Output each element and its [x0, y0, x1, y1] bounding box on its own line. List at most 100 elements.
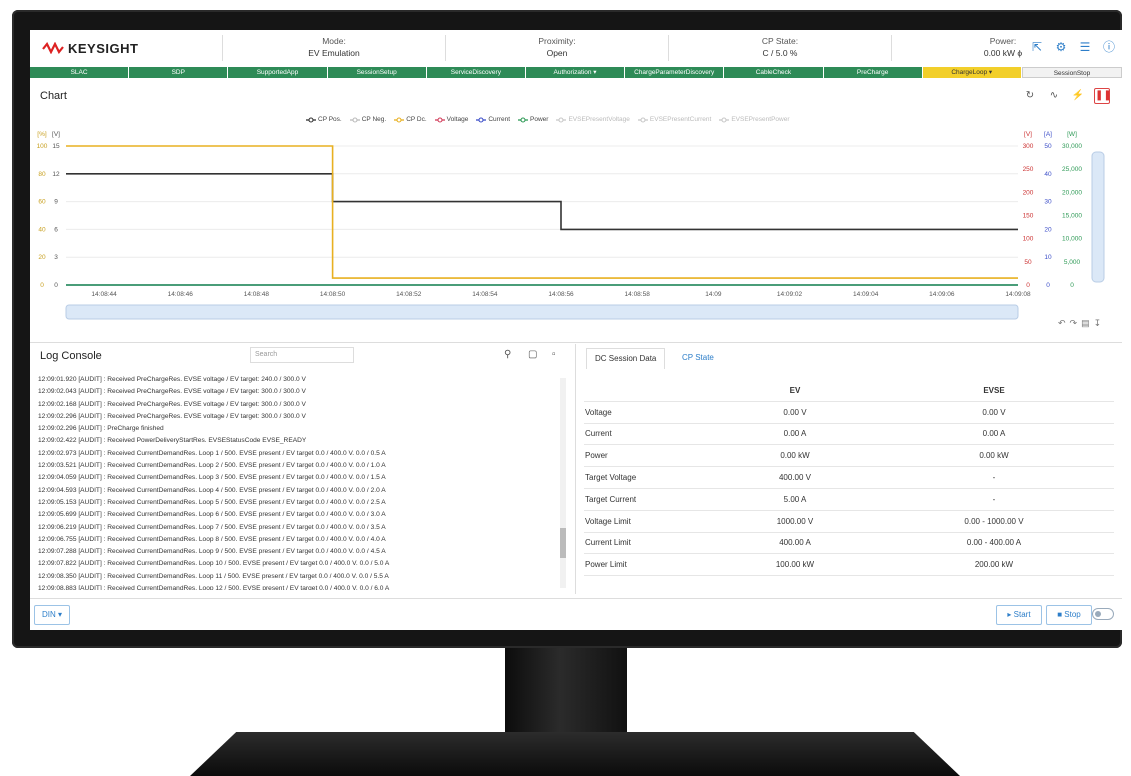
- cell-ev: 1000.00 V: [716, 510, 874, 533]
- log-console-title: Log Console: [40, 350, 102, 362]
- export-icon[interactable]: ⇱: [1030, 40, 1044, 54]
- monitor-stand-base: [190, 732, 960, 776]
- step-sdp[interactable]: SDP: [129, 67, 229, 78]
- step-session-setup[interactable]: SessionSetup: [327, 67, 427, 78]
- axis-unit-a: [A]: [1044, 131, 1052, 138]
- settings-icon[interactable]: ⚙: [1054, 40, 1068, 54]
- log-list: 12:09:01.920 [AUDIT] : Received PreCharg…: [38, 374, 558, 590]
- step-cable-check[interactable]: CableCheck: [724, 67, 824, 78]
- left-tick-pct: 80: [38, 171, 46, 178]
- left-tick-pct: 0: [40, 282, 44, 289]
- cell-evse: 0.00 A: [873, 423, 1114, 446]
- step-charge-parameter-discovery[interactable]: ChargeParameterDiscovery: [625, 67, 725, 78]
- step-slac[interactable]: SLAC: [30, 67, 130, 78]
- x-tick-label: 14:09:02: [777, 291, 803, 298]
- copy-icon[interactable]: ▢: [528, 349, 537, 360]
- cell-ev: 0.00 A: [716, 423, 874, 446]
- dc-session-table: EV EVSE Voltage 0.00 V 0.00 V Current 0.00 A…: [584, 380, 1114, 577]
- step-supported-app[interactable]: SupportedApp: [228, 67, 328, 78]
- left-tick-pct: 60: [38, 199, 46, 206]
- chart-panel: Chart ↻ ∿ ⚡ ❚❚ CP Pos. CP Neg. CP Dc. Volta…: [30, 80, 1122, 343]
- right-tick-a: 0: [1046, 282, 1050, 289]
- right-tick-a: 10: [1044, 254, 1052, 261]
- table-row: Target Current 5.00 A-: [584, 488, 1114, 511]
- mode-status: Mode: EV Emulation: [222, 35, 445, 61]
- log-line: 12:09:08.883 [AUDIT] : Received CurrentD…: [38, 585, 390, 590]
- right-tick-a: 20: [1044, 226, 1052, 233]
- chart-export-icons[interactable]: ↶↷▤↧: [1058, 318, 1105, 329]
- right-tick-v: 0: [1026, 282, 1030, 289]
- sliders-icon[interactable]: ☰: [1078, 40, 1092, 54]
- x-tick-label: 14:08:52: [396, 291, 422, 298]
- mode-value: EV Emulation: [308, 48, 360, 58]
- help-icon[interactable]: ⓘ: [1102, 40, 1116, 54]
- step-service-discovery[interactable]: ServiceDiscovery: [426, 67, 526, 78]
- right-tick-w: 20,000: [1062, 189, 1082, 196]
- cell-evse: 0.00 V: [873, 401, 1114, 424]
- left-tick-pct: 20: [38, 254, 46, 261]
- protocol-dropdown[interactable]: DIN ▾: [34, 605, 70, 625]
- start-button[interactable]: ▸ Start: [996, 605, 1042, 625]
- step-session-stop[interactable]: SessionStop: [1021, 67, 1122, 78]
- right-tick-w: 30,000: [1062, 143, 1082, 150]
- table-header-empty: [584, 380, 716, 402]
- app-screen: KEYSIGHT Mode: EV Emulation Proximity: O…: [30, 30, 1122, 630]
- log-line: 12:09:01.920 [AUDIT] : Received PreCharg…: [38, 376, 306, 383]
- table-row: Target Voltage 400.00 V-: [584, 466, 1114, 489]
- log-line: 12:09:05.153 [AUDIT] : Received CurrentD…: [38, 498, 386, 506]
- proximity-label: Proximity:: [538, 36, 576, 46]
- right-tick-a: 50: [1044, 143, 1052, 150]
- log-line: 12:09:03.521 [AUDIT] : Received CurrentD…: [38, 462, 386, 470]
- trash-icon[interactable]: ▫: [552, 349, 556, 360]
- step-precharge[interactable]: PreCharge: [823, 67, 923, 78]
- header-toolbar: ⇱ ⚙ ☰ ⓘ: [1030, 40, 1116, 54]
- axis-unit-v2: [V]: [1024, 131, 1032, 138]
- table-row: Current Limit 400.00 A 0.00 - 400.00 A: [584, 532, 1114, 555]
- left-tick-v: 3: [54, 254, 58, 261]
- x-tick-label: 14:08:44: [91, 291, 117, 298]
- log-line: 12:09:04.593 [AUDIT] : Received CurrentD…: [38, 486, 386, 494]
- log-scrollbar-thumb[interactable]: [560, 528, 566, 558]
- table-row: Power Limit 100.00 kW 200.00 kW: [584, 553, 1114, 577]
- cell-label: Current: [584, 423, 716, 446]
- cell-ev: 400.00 V: [716, 466, 874, 489]
- mode-toggle[interactable]: [1092, 608, 1114, 620]
- footer-bar: DIN ▾ ▸ Start ■ Stop: [30, 598, 1122, 630]
- logo-text: KEYSIGHT: [68, 40, 139, 56]
- table-header-ev: EV: [716, 380, 874, 402]
- left-tick-v: 0: [54, 282, 58, 289]
- right-tick-w: 0: [1070, 282, 1074, 289]
- cell-evse: 200.00 kW: [873, 553, 1114, 577]
- tab-dc-session-data[interactable]: DC Session Data: [586, 348, 666, 369]
- log-line: 12:09:02.973 [AUDIT] : Received CurrentD…: [38, 449, 386, 457]
- monitor-stand-neck: [505, 648, 627, 736]
- log-line: 12:09:07.822 [AUDIT] : Received CurrentD…: [38, 560, 390, 568]
- table-row: Power 0.00 kW 0.00 kW: [584, 444, 1114, 468]
- x-tick-label: 14:09:08: [1005, 291, 1031, 298]
- cell-ev: 400.00 A: [716, 532, 874, 555]
- proximity-status: Proximity: Open: [445, 35, 668, 61]
- status-header: KEYSIGHT Mode: EV Emulation Proximity: O…: [30, 30, 1122, 66]
- log-line: 12:09:08.350 [AUDIT] : Received CurrentD…: [38, 572, 389, 580]
- dc-session-panel: DC Session Data CP State EV EVSE Voltage…: [578, 344, 1122, 594]
- right-tick-v: 300: [1023, 143, 1034, 150]
- table-row: Voltage Limit 1000.00 V 0.00 - 1000.00 V: [584, 510, 1114, 533]
- right-tick-w: 25,000: [1062, 166, 1082, 173]
- cell-evse: -: [873, 466, 1114, 489]
- log-search-input[interactable]: Search: [250, 347, 354, 363]
- step-charge-loop[interactable]: ChargeLoop ▾: [922, 67, 1022, 78]
- axis-unit-v: [V]: [52, 131, 60, 138]
- stop-button[interactable]: ■ Stop: [1046, 605, 1092, 625]
- cell-ev: 0.00 V: [716, 401, 874, 424]
- right-tick-v: 200: [1023, 189, 1034, 196]
- tab-cp-state[interactable]: CP State: [674, 348, 722, 368]
- left-tick-pct: 100: [37, 143, 48, 150]
- log-line: 12:09:07.288 [AUDIT] : Received CurrentD…: [38, 548, 386, 556]
- log-scrollbar[interactable]: [560, 378, 566, 588]
- range-slider: [65, 304, 1019, 320]
- right-tick-w: 10,000: [1062, 236, 1082, 243]
- x-tick-label: 14:08:50: [320, 291, 346, 298]
- axis-unit-pct: [%]: [37, 131, 47, 138]
- lock-icon[interactable]: ⚲: [504, 349, 511, 360]
- step-authorization[interactable]: Authorization ▾: [525, 67, 626, 78]
